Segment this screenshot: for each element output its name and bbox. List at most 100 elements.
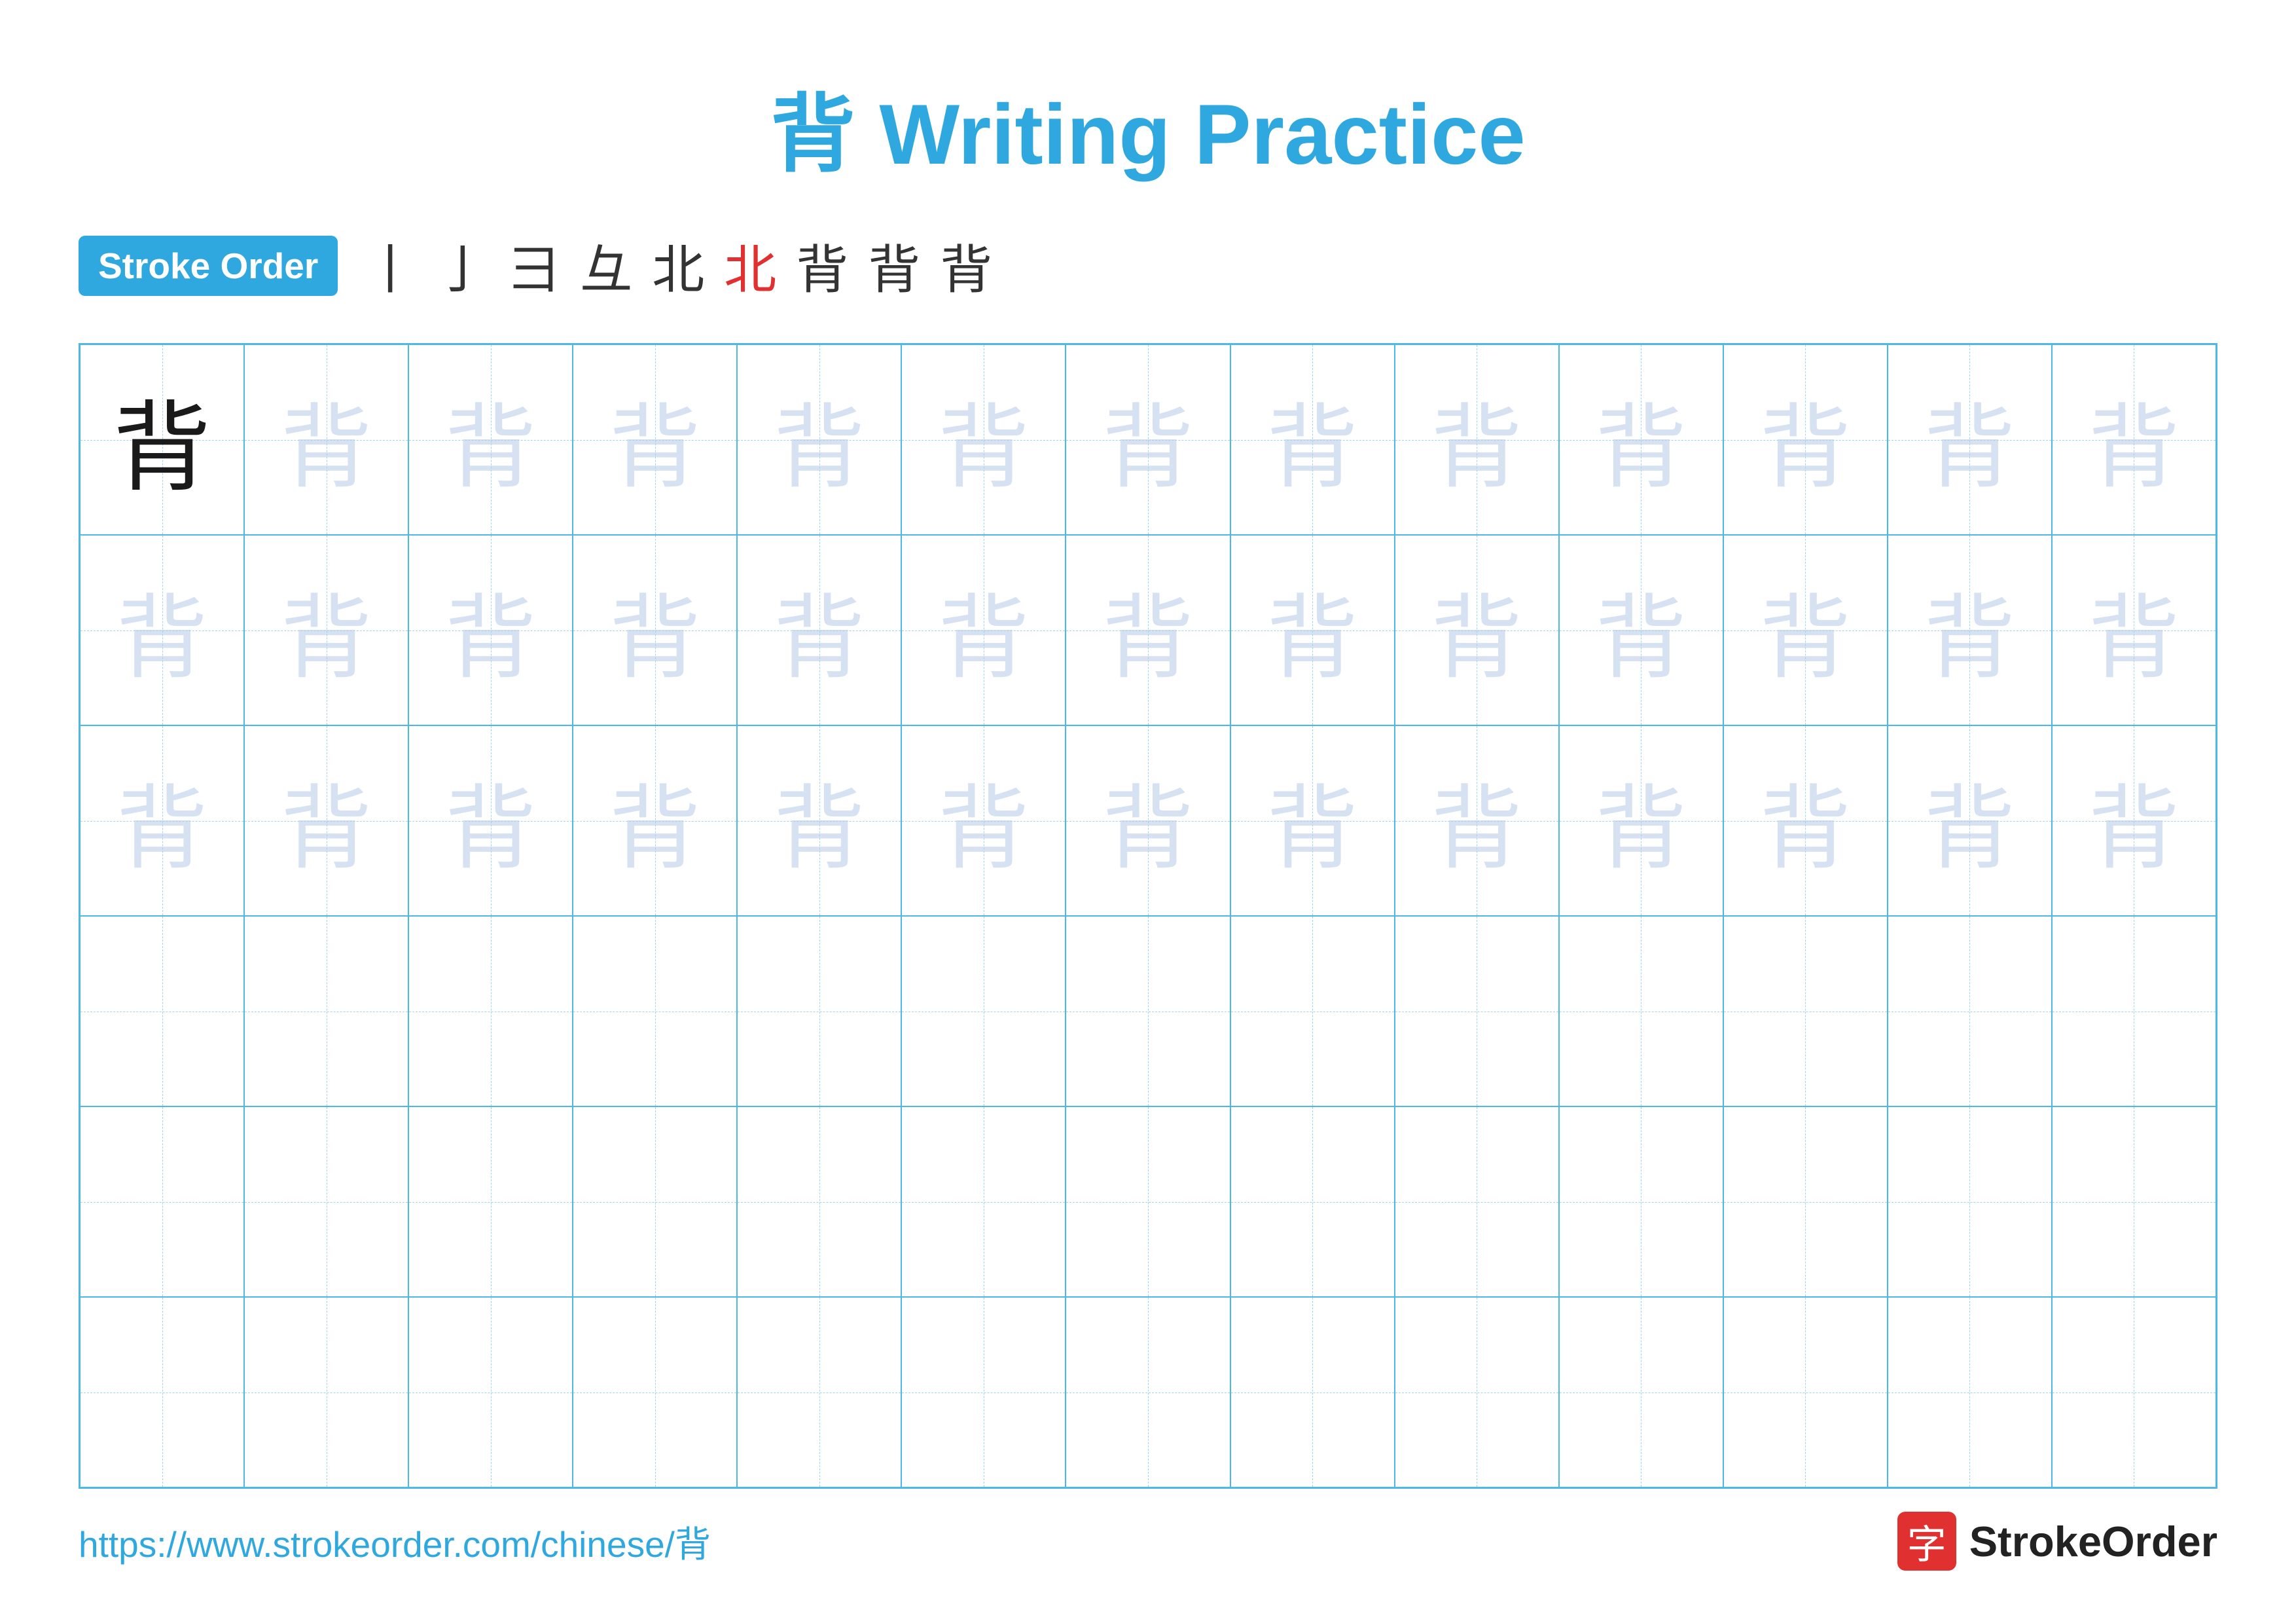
grid-cell-r3-c3[interactable]: 背 [408, 725, 573, 916]
grid-cell-r1-c8[interactable]: 背 [1230, 344, 1395, 535]
grid-cell-r5-c5[interactable] [737, 1106, 901, 1297]
grid-cell-r4-c9[interactable] [1395, 916, 1559, 1106]
grid-cell-r2-c1[interactable]: 背 [80, 535, 244, 725]
grid-cell-r1-c2[interactable]: 背 [244, 344, 408, 535]
grid-cell-r3-c7[interactable]: 背 [1066, 725, 1230, 916]
grid-cell-r1-c12[interactable]: 背 [1888, 344, 2052, 535]
grid-cell-r1-c4[interactable]: 背 [573, 344, 737, 535]
footer-logo: 字 StrokeOrder [1897, 1512, 2217, 1571]
grid-cell-r3-c2[interactable]: 背 [244, 725, 408, 916]
char-guide: 背 [1595, 374, 1687, 506]
grid-cell-r5-c4[interactable] [573, 1106, 737, 1297]
grid-cell-r5-c12[interactable] [1888, 1106, 2052, 1297]
grid-cell-r5-c8[interactable] [1230, 1106, 1395, 1297]
char-guide: 背 [938, 564, 1030, 697]
char-guide: 背 [1431, 374, 1522, 506]
footer: https://www.strokeorder.com/chinese/背 字 … [79, 1512, 2217, 1571]
char-guide: 背 [117, 564, 208, 697]
grid-cell-r2-c6[interactable]: 背 [901, 535, 1066, 725]
grid-cell-r5-c3[interactable] [408, 1106, 573, 1297]
char-guide: 背 [445, 374, 537, 506]
grid-cell-r4-c10[interactable] [1559, 916, 1723, 1106]
grid-cell-r6-c2[interactable] [244, 1297, 408, 1487]
grid-cell-r1-c13[interactable]: 背 [2052, 344, 2216, 535]
grid-cell-r1-c11[interactable]: 背 [1723, 344, 1888, 535]
char-guide: 背 [1431, 564, 1522, 697]
grid-cell-r5-c7[interactable] [1066, 1106, 1230, 1297]
grid-cell-r4-c2[interactable] [244, 916, 408, 1106]
grid-cell-r2-c7[interactable]: 背 [1066, 535, 1230, 725]
grid-cell-r4-c13[interactable] [2052, 916, 2216, 1106]
grid-cell-r2-c9[interactable]: 背 [1395, 535, 1559, 725]
grid-cell-r5-c11[interactable] [1723, 1106, 1888, 1297]
grid-cell-r4-c1[interactable] [80, 916, 244, 1106]
grid-cell-r1-c5[interactable]: 背 [737, 344, 901, 535]
grid-cell-r4-c7[interactable] [1066, 916, 1230, 1106]
grid-cell-r4-c4[interactable] [573, 916, 737, 1106]
grid-cell-r4-c3[interactable] [408, 916, 573, 1106]
grid-cell-r5-c9[interactable] [1395, 1106, 1559, 1297]
grid-cell-r1-c10[interactable]: 背 [1559, 344, 1723, 535]
grid-cell-r6-c9[interactable] [1395, 1297, 1559, 1487]
grid-cell-r2-c3[interactable]: 背 [408, 535, 573, 725]
char-guide: 背 [1266, 755, 1358, 887]
grid-cell-r3-c11[interactable]: 背 [1723, 725, 1888, 916]
grid-cell-r3-c13[interactable]: 背 [2052, 725, 2216, 916]
grid-cell-r6-c3[interactable] [408, 1297, 573, 1487]
grid-cell-r1-c3[interactable]: 背 [408, 344, 573, 535]
grid-cell-r4-c8[interactable] [1230, 916, 1395, 1106]
grid-cell-r6-c13[interactable] [2052, 1297, 2216, 1487]
char-guide: 背 [609, 755, 701, 887]
grid-cell-r3-c10[interactable]: 背 [1559, 725, 1723, 916]
grid-cell-r1-c6[interactable]: 背 [901, 344, 1066, 535]
stroke-3: 彐 [508, 228, 560, 304]
grid-cell-r3-c9[interactable]: 背 [1395, 725, 1559, 916]
grid-cell-r3-c1[interactable]: 背 [80, 725, 244, 916]
char-guide: 背 [1924, 374, 2015, 506]
grid-cell-r3-c5[interactable]: 背 [737, 725, 901, 916]
char-guide: 背 [1924, 755, 2015, 887]
grid-cell-r6-c8[interactable] [1230, 1297, 1395, 1487]
grid-cell-r6-c5[interactable] [737, 1297, 901, 1487]
char-guide: 背 [2088, 755, 2179, 887]
grid-cell-r2-c2[interactable]: 背 [244, 535, 408, 725]
grid-cell-r6-c1[interactable] [80, 1297, 244, 1487]
grid-cell-r6-c11[interactable] [1723, 1297, 1888, 1487]
grid-cell-r2-c10[interactable]: 背 [1559, 535, 1723, 725]
stroke-sequence: 丨 亅 彐 彑 北 北 背 背 背 [364, 228, 992, 304]
grid-cell-r3-c6[interactable]: 背 [901, 725, 1066, 916]
grid-cell-r2-c4[interactable]: 背 [573, 535, 737, 725]
grid-cell-r2-c12[interactable]: 背 [1888, 535, 2052, 725]
grid-cell-r4-c6[interactable] [901, 916, 1066, 1106]
stroke-8: 背 [868, 228, 920, 304]
grid-cell-r3-c12[interactable]: 背 [1888, 725, 2052, 916]
grid-cell-r3-c4[interactable]: 背 [573, 725, 737, 916]
grid-cell-r5-c10[interactable] [1559, 1106, 1723, 1297]
char-guide: 背 [1595, 755, 1687, 887]
grid-cell-r2-c8[interactable]: 背 [1230, 535, 1395, 725]
grid-cell-r4-c12[interactable] [1888, 916, 2052, 1106]
grid-cell-r6-c4[interactable] [573, 1297, 737, 1487]
grid-cell-r2-c13[interactable]: 背 [2052, 535, 2216, 725]
grid-cell-r5-c6[interactable] [901, 1106, 1066, 1297]
grid-cell-r2-c5[interactable]: 背 [737, 535, 901, 725]
grid-cell-r1-c9[interactable]: 背 [1395, 344, 1559, 535]
grid-cell-r1-c1[interactable]: 背 [80, 344, 244, 535]
grid-cell-r2-c11[interactable]: 背 [1723, 535, 1888, 725]
char-guide: 背 [938, 374, 1030, 506]
grid-cell-r6-c7[interactable] [1066, 1297, 1230, 1487]
grid-cell-r6-c10[interactable] [1559, 1297, 1723, 1487]
grid-cell-r4-c5[interactable] [737, 916, 901, 1106]
grid-cell-r3-c8[interactable]: 背 [1230, 725, 1395, 916]
grid-cell-r6-c12[interactable] [1888, 1297, 2052, 1487]
grid-cell-r4-c11[interactable] [1723, 916, 1888, 1106]
char-guide: 背 [1102, 564, 1194, 697]
char-guide: 背 [1266, 374, 1358, 506]
grid-cell-r5-c13[interactable] [2052, 1106, 2216, 1297]
grid-cell-r6-c6[interactable] [901, 1297, 1066, 1487]
grid-cell-r1-c7[interactable]: 背 [1066, 344, 1230, 535]
char-guide: 背 [609, 564, 701, 697]
grid-cell-r5-c2[interactable] [244, 1106, 408, 1297]
char-guide: 背 [2088, 374, 2179, 506]
grid-cell-r5-c1[interactable] [80, 1106, 244, 1297]
